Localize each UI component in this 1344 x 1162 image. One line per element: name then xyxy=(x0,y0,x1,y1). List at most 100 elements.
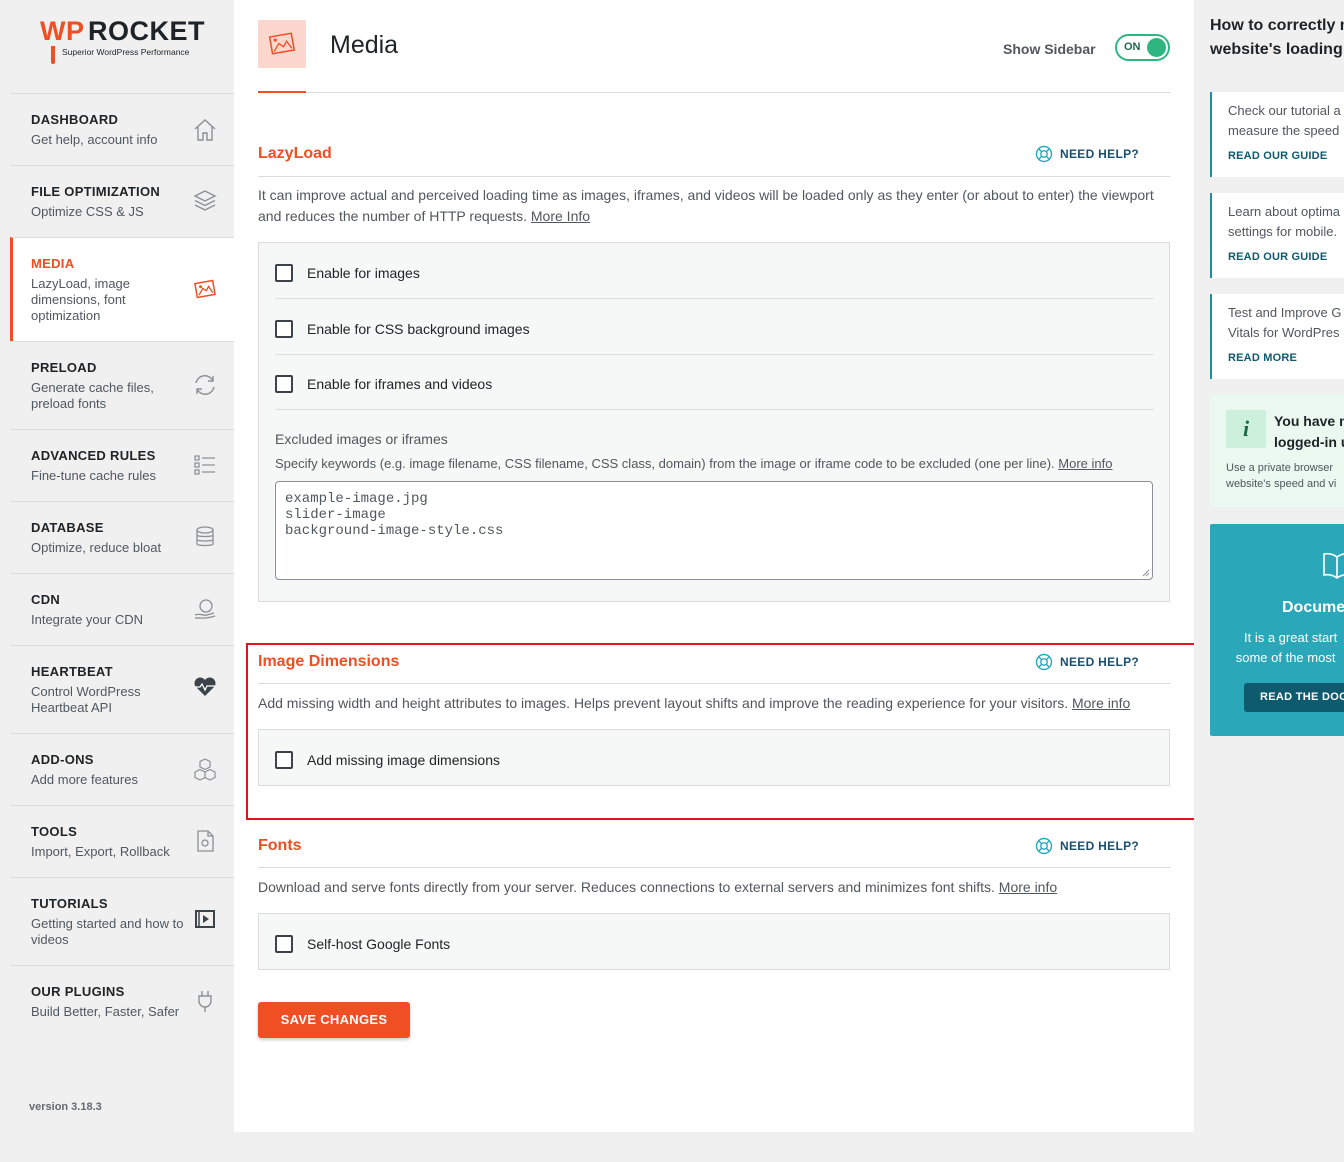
nav-title: TOOLS xyxy=(31,824,78,839)
lazyload-more-info-link[interactable]: More Info xyxy=(531,208,590,224)
logo-flame-icon xyxy=(51,46,55,64)
nav-item-media[interactable]: MEDIA LazyLoad, image dimensions, font o… xyxy=(10,237,234,341)
lazyload-divider xyxy=(258,176,1170,177)
nav-subtitle: Import, Export, Rollback xyxy=(31,844,170,859)
guide-card-text: Test and Improve G Vitals for WordPres xyxy=(1228,303,1344,343)
documentation-title: Docume xyxy=(1282,599,1344,616)
nav-title: ADD-ONS xyxy=(31,752,94,767)
toggle-knob xyxy=(1147,38,1166,57)
notice-heading-line: You have n xyxy=(1274,413,1344,429)
nav-subtitle: Build Better, Faster, Safer xyxy=(31,1004,180,1019)
excluded-description-text: Specify keywords (e.g. image filename, C… xyxy=(275,456,1055,471)
guide-card-line: measure the speed xyxy=(1228,123,1340,138)
self-host-fonts-checkbox[interactable] xyxy=(275,935,293,953)
read-our-guide-link[interactable]: READ OUR GUIDE xyxy=(1228,251,1327,263)
nav-item-dashboard[interactable]: DASHBOARD Get help, account info xyxy=(10,93,234,165)
guide-card-line: Vitals for WordPres xyxy=(1228,325,1340,340)
guide-card-text: Learn about optima settings for mobile. xyxy=(1228,202,1344,242)
guide-card-line: Test and Improve G xyxy=(1228,305,1342,320)
lazyload-images-checkbox[interactable] xyxy=(275,264,293,282)
need-help-label: NEED HELP? xyxy=(1060,147,1140,161)
nav-subtitle: Fine-tune cache rules xyxy=(31,468,157,483)
fonts-need-help-link[interactable]: NEED HELP? xyxy=(1035,837,1140,855)
lazyload-css-bg-checkbox[interactable] xyxy=(275,320,293,338)
nav-subtitle: Generate cache files, preload fonts xyxy=(31,380,154,411)
lifebuoy-icon xyxy=(1035,837,1053,855)
excluded-textarea[interactable]: example-image.jpg slider-image backgroun… xyxy=(275,481,1153,580)
option-label: Self-host Google Fonts xyxy=(307,936,451,952)
read-our-guide-link[interactable]: READ OUR GUIDE xyxy=(1228,150,1327,162)
notice-description-line: Use a private browser xyxy=(1226,462,1333,474)
nav-subtitle: LazyLoad, image dimensions, font optimiz… xyxy=(31,276,131,323)
header-divider xyxy=(258,92,1170,93)
info-icon: i xyxy=(1226,410,1266,448)
nav-subtitle: Getting started and how to videos xyxy=(31,916,184,947)
page-title: Media xyxy=(330,31,399,59)
file-gear-icon xyxy=(197,830,214,852)
guide-card-line: Learn about optima xyxy=(1228,204,1341,219)
nav-item-tutorials[interactable]: TUTORIALS Getting started and how to vid… xyxy=(10,877,234,965)
read-the-doc-button[interactable]: READ THE DOC xyxy=(1244,683,1344,712)
heartbeat-icon xyxy=(194,677,216,696)
nav-title: HEARTBEAT xyxy=(31,664,113,679)
nav-title: ADVANCED RULES xyxy=(31,448,156,463)
nav-item-cdn[interactable]: CDN Integrate your CDN xyxy=(10,573,234,645)
notice-description: Use a private browser website's speed an… xyxy=(1226,460,1336,492)
book-icon xyxy=(1323,552,1344,579)
documentation-card: Docume It is a great start some of the m… xyxy=(1210,524,1344,736)
guide-card: Learn about optima settings for mobile. … xyxy=(1210,193,1344,278)
left-sidebar: WP ROCKET Superior WordPress Performance… xyxy=(0,0,234,1162)
save-changes-button[interactable]: SAVE CHANGES xyxy=(258,1002,410,1038)
guide-card-line: Check our tutorial a xyxy=(1228,103,1341,118)
logo-wp: WP xyxy=(40,16,85,46)
right-sidebar: How to correctly m website's loading t C… xyxy=(1194,0,1344,1162)
show-sidebar-toggle[interactable]: ON xyxy=(1115,34,1170,61)
excluded-line: background-image-style.css xyxy=(285,523,504,539)
nav-title: FILE OPTIMIZATION xyxy=(31,184,161,199)
nav-title: OUR PLUGINS xyxy=(31,984,125,999)
image-dimensions-highlight xyxy=(246,643,1199,820)
nav-item-advanced-rules[interactable]: ADVANCED RULES Fine-tune cache rules xyxy=(10,429,234,501)
nav-item-database[interactable]: DATABASE Optimize, reduce bloat xyxy=(10,501,234,573)
nav-subtitle: Control WordPress Heartbeat API xyxy=(31,684,141,715)
guide-card: Test and Improve G Vitals for WordPres R… xyxy=(1210,294,1344,379)
excluded-line: example-image.jpg xyxy=(285,491,428,507)
nav-item-add-ons[interactable]: ADD-ONS Add more features xyxy=(10,733,234,805)
documentation-text: It is a great start some of the most xyxy=(1234,628,1337,668)
nav-subtitle: Optimize, reduce bloat xyxy=(31,540,162,555)
option-label: Enable for CSS background images xyxy=(307,321,530,337)
database-icon xyxy=(196,526,214,547)
nav-subtitle: Optimize CSS & JS xyxy=(31,204,144,219)
nav-item-heartbeat[interactable]: HEARTBEAT Control WordPress Heartbeat AP… xyxy=(10,645,234,733)
documentation-text-line: It is a great start xyxy=(1244,630,1338,645)
nav-item-tools[interactable]: TOOLS Import, Export, Rollback xyxy=(10,805,234,877)
notice-heading: You have n logged-in u xyxy=(1274,411,1344,453)
logged-in-notice: i You have n logged-in u Use a private b… xyxy=(1210,394,1344,507)
lazyload-need-help-link[interactable]: NEED HELP? xyxy=(1035,145,1140,163)
nav-item-preload[interactable]: PRELOAD Generate cache files, preload fo… xyxy=(10,341,234,429)
fonts-more-info-link[interactable]: More info xyxy=(999,879,1057,895)
guide-card: Check our tutorial a measure the speed R… xyxy=(1210,92,1344,177)
main-nav: DASHBOARD Get help, account info FILE OP… xyxy=(10,93,234,1037)
globe-hand-icon xyxy=(194,599,216,619)
home-icon xyxy=(194,119,216,141)
lazyload-iframes-checkbox[interactable] xyxy=(275,375,293,393)
fonts-description-text: Download and serve fonts directly from y… xyxy=(258,879,995,895)
nav-item-file-optimization[interactable]: FILE OPTIMIZATION Optimize CSS & JS xyxy=(10,165,234,237)
nav-item-our-plugins[interactable]: OUR PLUGINS Build Better, Faster, Safer xyxy=(10,965,234,1037)
need-help-label: NEED HELP? xyxy=(1060,839,1140,853)
logo-rocket: ROCKET xyxy=(88,16,205,46)
wp-rocket-logo[interactable]: WP ROCKET Superior WordPress Performance xyxy=(40,16,210,66)
nav-subtitle: Get help, account info xyxy=(31,132,158,147)
option-divider xyxy=(275,354,1154,355)
fonts-description: Download and serve fonts directly from y… xyxy=(258,877,1170,898)
excluded-more-info-link[interactable]: More info xyxy=(1058,456,1112,471)
excluded-line: slider-image xyxy=(285,507,386,523)
fonts-panel: Self-host Google Fonts xyxy=(258,913,1170,970)
main-content: Media Show Sidebar ON LazyLoad NEED HELP… xyxy=(234,0,1194,1132)
resize-grip-icon[interactable] xyxy=(1142,569,1150,577)
read-more-link[interactable]: READ MORE xyxy=(1228,352,1297,364)
plug-icon xyxy=(198,991,212,1012)
notice-description-line: website's speed and vi xyxy=(1226,478,1337,490)
lazyload-title: LazyLoad xyxy=(258,145,332,162)
